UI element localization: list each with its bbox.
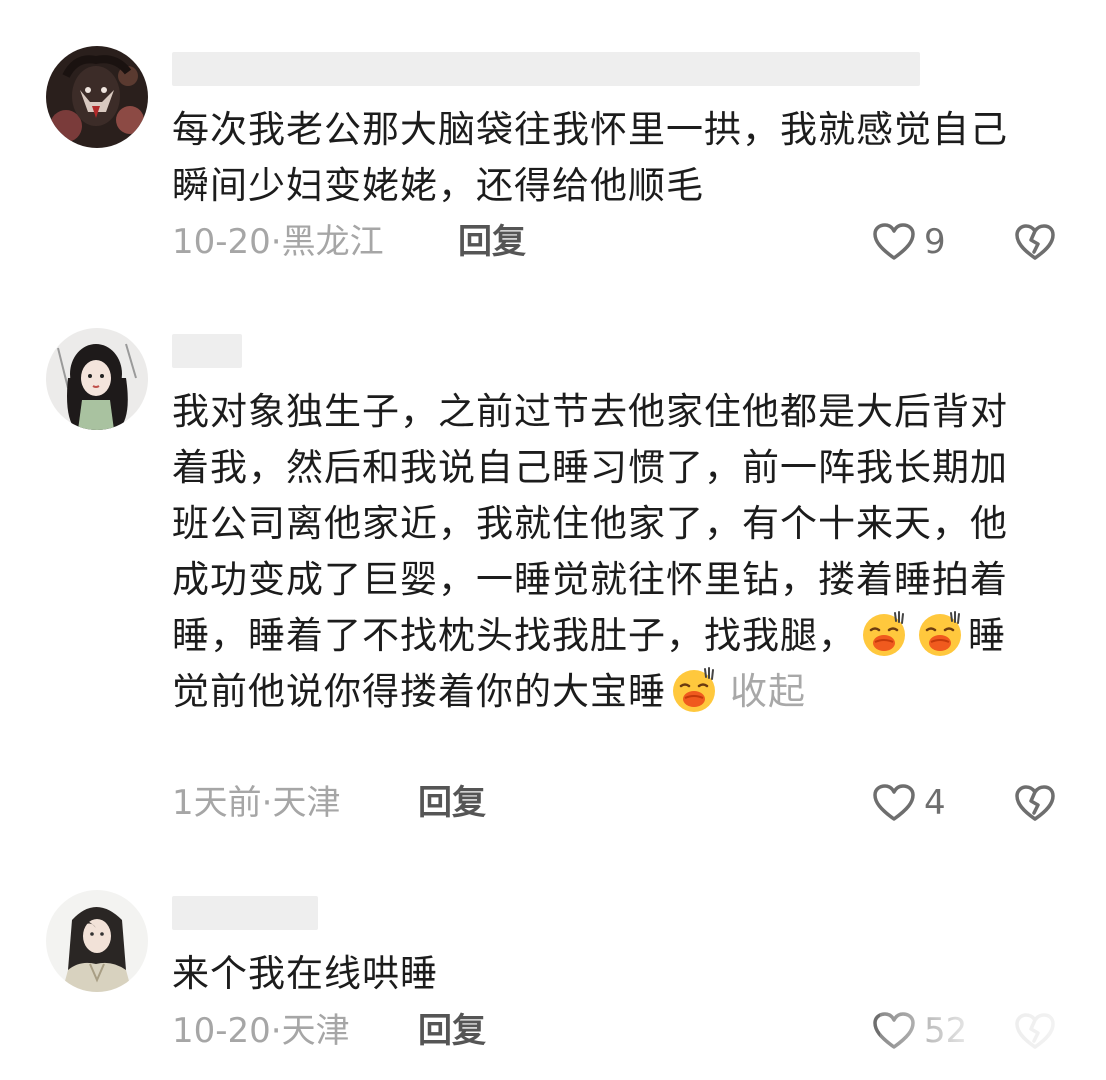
comment-text: 每次我老公那大脑袋往我怀里一拱，我就感觉自己瞬间少妇变姥姥，还得给他顺毛 <box>172 108 1008 207</box>
dark-horror-art-avatar-icon <box>46 46 148 148</box>
broken-heart-icon <box>1014 783 1056 823</box>
kiss-face-emoji-icon <box>859 608 909 658</box>
user-avatar[interactable] <box>46 890 148 992</box>
like-button[interactable]: 4 <box>872 778 946 828</box>
heart-icon <box>872 222 916 262</box>
comment-location: 黑龙江 <box>281 222 384 262</box>
comment-text: 来个我在线哄睡 <box>172 952 438 995</box>
anime-girl-robe-avatar-icon <box>46 890 148 992</box>
like-count: 9 <box>924 222 946 262</box>
comment-date: 10-20 <box>172 1011 271 1051</box>
heart-icon <box>872 783 916 823</box>
comment-meta: 10-20·黑龙江 <box>172 217 384 267</box>
comment-date: 1天前 <box>172 783 262 823</box>
username-redacted[interactable] <box>172 896 318 930</box>
comment-location: 天津 <box>281 1011 350 1051</box>
reply-button[interactable]: 回复 <box>418 1006 486 1056</box>
reply-button[interactable]: 回复 <box>418 778 486 828</box>
comment-meta: 10-20·天津 <box>172 1006 350 1056</box>
broken-heart-icon <box>1014 222 1056 262</box>
comment-list: 每次我老公那大脑袋往我怀里一拱，我就感觉自己瞬间少妇变姥姥，还得给他顺毛 10-… <box>0 0 1106 1080</box>
watermark-overlay <box>880 1010 1106 1080</box>
comment-date: 10-20 <box>172 222 271 262</box>
collapse-button[interactable]: 收起 <box>730 670 806 713</box>
meta-separator: · <box>261 783 273 823</box>
comment-text: 我对象独生子，之前过节去他家住他都是大后背对着我，然后和我说自己睡习惯了，前一阵… <box>172 384 1042 720</box>
user-avatar[interactable] <box>46 328 148 430</box>
dislike-button[interactable] <box>1014 217 1056 267</box>
anime-girl-avatar-icon <box>46 328 148 430</box>
username-redacted[interactable] <box>172 52 920 86</box>
kiss-face-emoji-icon <box>915 608 965 658</box>
like-count: 4 <box>924 783 946 823</box>
like-button[interactable]: 9 <box>872 217 946 267</box>
dislike-button[interactable] <box>1014 778 1056 828</box>
comment-location: 天津 <box>272 783 341 823</box>
reply-button[interactable]: 回复 <box>458 217 526 267</box>
meta-separator: · <box>270 1011 282 1051</box>
meta-separator: · <box>270 222 282 262</box>
comment-meta: 1天前·天津 <box>172 778 340 828</box>
kiss-face-emoji-icon <box>669 664 719 714</box>
user-avatar[interactable] <box>46 46 148 148</box>
username-redacted[interactable] <box>172 334 242 368</box>
